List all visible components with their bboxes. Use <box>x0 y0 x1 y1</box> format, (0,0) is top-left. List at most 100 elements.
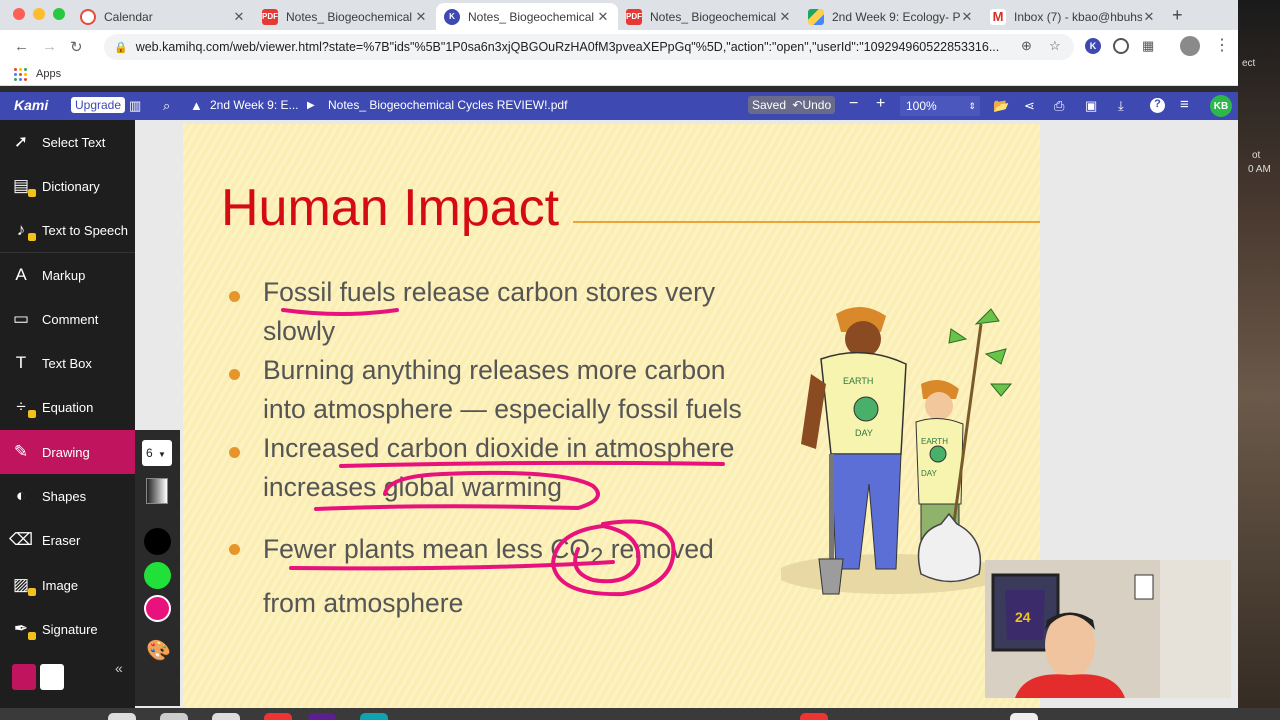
help-icon[interactable]: ? <box>1150 98 1165 113</box>
forward-icon[interactable]: → <box>42 38 57 55</box>
dock-app-icon[interactable] <box>1010 713 1038 720</box>
save-icon[interactable]: ▣ <box>1085 98 1097 114</box>
extensions-grid-icon[interactable]: ▦ <box>1142 38 1154 54</box>
brush-size-select[interactable]: 6 ▼ <box>142 440 172 466</box>
browser-tab-pdf[interactable]: PDF Notes_ Biogeochemical C ✕ <box>254 3 436 30</box>
open-folder-icon[interactable]: 📂 <box>993 98 1009 114</box>
back-icon[interactable]: ← <box>14 38 29 55</box>
tab-title: Notes_ Biogeochemical C <box>468 9 596 24</box>
shapes-icon: ◐ <box>15 486 27 505</box>
eraser-icon: ⌫ <box>8 530 34 549</box>
zoom-in-icon[interactable]: + <box>876 95 885 113</box>
apps-grid-icon[interactable] <box>14 68 27 81</box>
tool-shapes[interactable]: ◐ Shapes <box>0 474 135 518</box>
tool-label: Signature <box>42 621 98 637</box>
reload-icon[interactable]: ↻ <box>70 38 83 56</box>
tool-dictionary[interactable]: ▤ Dictionary <box>0 164 135 208</box>
print-icon[interactable]: ⎙ <box>1054 98 1064 114</box>
kami-extension-icon[interactable]: K <box>1085 38 1101 54</box>
user-avatar[interactable]: KB <box>1210 95 1232 117</box>
slide-page[interactable]: Human Impact Fossil fuels release carbon… <box>183 124 1040 714</box>
brush-icon: ✎ <box>13 442 29 461</box>
tool-drawing[interactable]: ✎ Drawing <box>0 430 135 474</box>
block-extension-icon[interactable] <box>1113 38 1129 54</box>
minimize-window-button[interactable] <box>33 8 45 20</box>
zoom-out-icon[interactable]: − <box>849 95 858 113</box>
close-tab-icon[interactable]: ✕ <box>232 9 246 25</box>
browser-tab-gmail[interactable]: M Inbox (7) - kbao@hbuhsd ✕ <box>982 3 1164 30</box>
lock-icon <box>28 588 36 596</box>
menu-icon[interactable]: ≡ <box>1180 96 1189 113</box>
tool-comment[interactable]: ▭ Comment <box>0 297 135 341</box>
dock-app-icon[interactable] <box>800 713 828 720</box>
dock-app-icon[interactable] <box>264 713 292 720</box>
color-swatch-green[interactable] <box>144 562 171 589</box>
chrome-menu-icon[interactable]: ⋮ <box>1214 35 1230 55</box>
saved-label: Saved <box>752 98 787 112</box>
install-icon[interactable]: ⊕ <box>1021 38 1032 54</box>
close-tab-icon[interactable]: ✕ <box>1142 9 1156 25</box>
download-icon[interactable]: ⤓ <box>1118 98 1124 114</box>
comment-icon: ▭ <box>12 309 30 328</box>
cursor-icon: ➚ <box>13 132 29 151</box>
chevron-updown-icon: ⇕ <box>968 101 976 111</box>
close-tab-icon[interactable]: ✕ <box>596 9 610 25</box>
new-tab-button[interactable]: + <box>1172 5 1183 26</box>
close-tab-icon[interactable]: ✕ <box>414 9 428 25</box>
dock-app-icon[interactable] <box>360 713 388 720</box>
tool-markup[interactable]: A Markup <box>0 253 135 297</box>
background-window: ect ot 0 AM <box>1238 0 1280 720</box>
browser-tab-pdf-2[interactable]: PDF Notes_ Biogeochemical C ✕ <box>618 3 800 30</box>
collapse-sidebar-icon[interactable]: « <box>115 660 123 676</box>
tool-eraser[interactable]: ⌫ Eraser <box>0 518 135 562</box>
bookmark-star-icon[interactable]: ☆ <box>1049 38 1061 54</box>
maximize-window-button[interactable] <box>53 8 65 20</box>
dock-app-icon[interactable] <box>160 713 188 720</box>
chevron-down-icon: ▼ <box>158 450 166 459</box>
opacity-slider[interactable] <box>146 478 168 504</box>
drive-icon <box>808 8 824 25</box>
save-status: Saved ↶Undo <box>748 96 836 114</box>
profile-avatar-icon[interactable] <box>1180 36 1200 56</box>
tool-image[interactable]: ▨ Image <box>0 563 135 607</box>
close-tab-icon[interactable]: ✕ <box>960 9 974 25</box>
macos-dock <box>0 708 1280 720</box>
url-bar[interactable]: 🔒 web.kamihq.com/web/viewer.html?state=%… <box>104 34 1074 60</box>
pdf-icon: PDF <box>262 8 278 25</box>
undo-button[interactable]: ↶Undo <box>792 98 831 112</box>
lock-icon <box>28 410 36 418</box>
undo-label: Undo <box>802 98 832 112</box>
tool-label: Dictionary <box>42 178 100 194</box>
dock-app-icon[interactable] <box>108 713 136 720</box>
browser-tab-kami[interactable]: K Notes_ Biogeochemical C ✕ <box>436 3 618 30</box>
tool-select-text[interactable]: ➚ Select Text <box>0 120 135 164</box>
browser-tab-calendar[interactable]: Calendar ✕ <box>72 3 254 30</box>
dock-app-icon[interactable] <box>308 713 336 720</box>
webcam-overlay: 24 <box>985 560 1231 698</box>
palette-icon[interactable]: 🎨 <box>146 638 171 663</box>
color-swatch-pink[interactable] <box>144 595 171 622</box>
search-icon[interactable]: ⌕ <box>163 98 170 114</box>
color-swatch-black[interactable] <box>144 528 171 555</box>
sidebar-toggle-icon[interactable]: ▥ <box>129 98 141 114</box>
browser-tab-drive[interactable]: 2nd Week 9: Ecology- Po ✕ <box>800 3 982 30</box>
tab-title: Calendar <box>104 9 153 24</box>
double-page-layout-button[interactable] <box>40 664 64 690</box>
tool-signature[interactable]: ✒ Signature <box>0 607 135 651</box>
close-window-button[interactable] <box>13 8 25 20</box>
close-tab-icon[interactable]: ✕ <box>778 9 792 25</box>
document-title[interactable]: Notes_ Biogeochemical Cycles REVIEW!.pdf <box>328 98 567 112</box>
upgrade-button[interactable]: Upgrade <box>71 97 126 113</box>
breadcrumb-folder[interactable]: 2nd Week 9: E... <box>210 98 299 112</box>
apps-bookmark[interactable]: Apps <box>36 68 61 80</box>
tool-text-to-speech[interactable]: ♪ Text to Speech <box>0 208 135 252</box>
zoom-select[interactable]: 100% ⇕ <box>900 96 980 116</box>
drawing-annotations <box>281 308 725 597</box>
tool-equation[interactable]: ÷ Equation <box>0 385 135 429</box>
tab-title: Notes_ Biogeochemical C <box>650 9 778 24</box>
dock-app-icon[interactable] <box>212 713 240 720</box>
single-page-layout-button[interactable] <box>12 664 36 690</box>
share-icon[interactable]: ⋖ <box>1024 98 1035 114</box>
tool-text-box[interactable]: T Text Box <box>0 341 135 385</box>
lock-icon: 🔒 <box>114 41 128 54</box>
